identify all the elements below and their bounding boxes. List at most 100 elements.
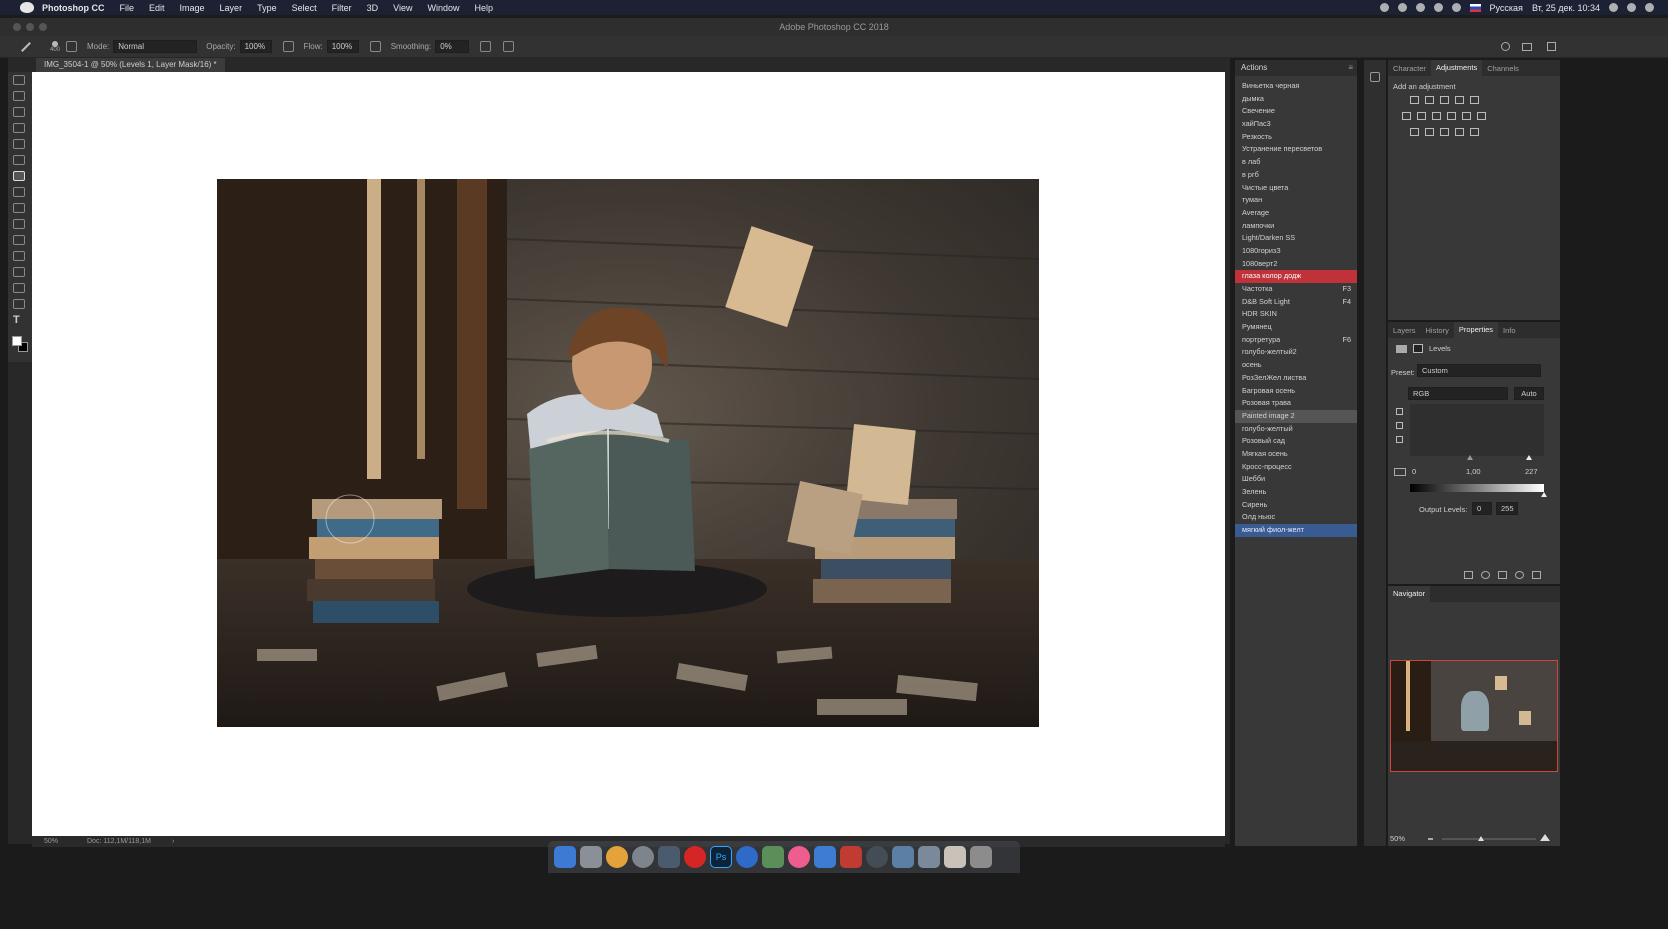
workspace-icon[interactable] <box>1522 42 1532 51</box>
action-item[interactable]: Розовый сад <box>1235 435 1357 448</box>
reset-icon[interactable] <box>1498 571 1507 579</box>
opacity-field[interactable]: 100% <box>239 40 272 53</box>
document-icon[interactable] <box>944 846 966 868</box>
panel-menu-icon[interactable]: ≡ <box>1348 60 1353 76</box>
action-item[interactable]: D&B Soft Light F4 <box>1235 296 1357 309</box>
pressure-opacity-icon[interactable] <box>282 41 294 52</box>
adjustment-icon[interactable] <box>1425 96 1434 104</box>
zoom-level[interactable]: 50% <box>44 836 58 847</box>
adjustment-icon[interactable] <box>1410 96 1419 104</box>
gamma-slider[interactable] <box>1467 455 1473 460</box>
adjustment-icon[interactable] <box>1440 128 1449 136</box>
eraser-tool-icon[interactable] <box>13 219 25 229</box>
action-item[interactable]: лампочки <box>1235 220 1357 233</box>
action-item[interactable]: хайПас3 <box>1235 118 1357 131</box>
action-item[interactable]: мягкий фиол-желт <box>1235 524 1357 537</box>
clip-to-layer-icon[interactable] <box>1464 571 1473 579</box>
menu-select[interactable]: Select <box>292 3 317 13</box>
actions-tab[interactable]: Actions <box>1241 63 1267 72</box>
finder-icon[interactable] <box>554 846 576 868</box>
gradient-tool-icon[interactable] <box>13 235 25 245</box>
action-item[interactable]: Чистые цвета <box>1235 182 1357 195</box>
menu-window[interactable]: Window <box>427 3 459 13</box>
pdf-app-icon[interactable] <box>840 846 862 868</box>
opera-icon[interactable] <box>684 846 706 868</box>
action-item[interactable]: Кросс-процесс <box>1235 461 1357 474</box>
smoothing-field[interactable]: 0% <box>435 40 470 53</box>
close-window-button[interactable] <box>13 23 21 31</box>
action-item[interactable]: HDR SKIN <box>1235 308 1357 321</box>
eyedropper-tool-icon[interactable] <box>13 139 25 149</box>
gray-point-eyedropper-icon[interactable] <box>1396 422 1403 429</box>
tab-layers[interactable]: Layers <box>1388 326 1421 335</box>
downloads-icon[interactable] <box>918 846 940 868</box>
search-icon[interactable] <box>1501 42 1510 51</box>
output-white-slider[interactable] <box>1541 492 1547 497</box>
action-item[interactable]: дымка <box>1235 93 1357 106</box>
action-item[interactable]: Виньетка черная <box>1235 80 1357 93</box>
type-tool-icon[interactable]: T <box>13 315 25 326</box>
doc-size-info[interactable]: Doc: 112,1M/118,1M <box>87 836 151 847</box>
marquee-tool-icon[interactable] <box>13 75 25 85</box>
black-point-eyedropper-icon[interactable] <box>1396 408 1403 415</box>
action-item[interactable]: Сирень <box>1235 499 1357 512</box>
system-preferences-icon[interactable] <box>632 846 654 868</box>
spotlight-icon[interactable] <box>1609 3 1618 12</box>
input-language[interactable]: Русская <box>1490 3 1523 13</box>
adjustment-icon[interactable] <box>1425 128 1434 136</box>
adjustment-icon[interactable] <box>1455 96 1464 104</box>
adjustment-icon[interactable] <box>1462 112 1471 120</box>
pressure-size-icon[interactable] <box>503 41 515 52</box>
gear-icon[interactable] <box>480 41 492 52</box>
writer-app-icon[interactable] <box>814 846 836 868</box>
tab-history[interactable]: History <box>1421 326 1454 335</box>
minimize-window-button[interactable] <box>26 23 34 31</box>
adjustment-icon[interactable] <box>1410 128 1419 136</box>
menu-image[interactable]: Image <box>180 3 205 13</box>
action-item[interactable]: в лаб <box>1235 156 1357 169</box>
clipping-warning-icon[interactable] <box>1394 468 1406 476</box>
white-input-slider[interactable] <box>1526 455 1532 460</box>
zoom-out-icon[interactable] <box>1428 838 1433 840</box>
utility-app-icon[interactable] <box>866 846 888 868</box>
browser-icon[interactable] <box>736 846 758 868</box>
action-item[interactable]: осень <box>1235 359 1357 372</box>
status-icon[interactable] <box>1397 3 1407 12</box>
launchpad-icon[interactable] <box>580 846 602 868</box>
action-item[interactable]: Painted image 2 <box>1235 409 1357 423</box>
brush-panel-icon[interactable] <box>1370 72 1380 82</box>
adjustment-icon[interactable] <box>1447 112 1456 120</box>
adjustment-icon[interactable] <box>1440 96 1449 104</box>
app-icon[interactable] <box>658 846 680 868</box>
view-previous-icon[interactable] <box>1481 571 1490 579</box>
adjustment-icon[interactable] <box>1432 112 1441 120</box>
adjustment-icon[interactable] <box>1455 128 1464 136</box>
action-item[interactable]: голубо-желтый2 <box>1235 346 1357 359</box>
action-item[interactable]: туман <box>1235 194 1357 207</box>
navigator-thumbnail[interactable] <box>1390 660 1558 772</box>
clone-stamp-tool-icon[interactable] <box>13 203 25 213</box>
action-item[interactable]: портретура F6 <box>1235 334 1357 347</box>
brush-tool-icon[interactable] <box>13 171 25 181</box>
tab-navigator[interactable]: Navigator <box>1388 586 1431 602</box>
document-photo[interactable] <box>217 179 1039 727</box>
menu-layer[interactable]: Layer <box>220 3 243 13</box>
navigator-zoom-slider[interactable] <box>1442 838 1536 840</box>
zoom-tool-icon[interactable] <box>13 299 25 309</box>
foreground-color-swatch[interactable] <box>12 336 22 346</box>
action-item[interactable]: голубо-желтый <box>1235 423 1357 436</box>
action-item[interactable]: РозЗелЖел листва <box>1235 372 1357 385</box>
adjustment-icon[interactable] <box>1477 112 1486 120</box>
action-item[interactable]: 1080верт2 <box>1235 258 1357 271</box>
tab-character[interactable]: Character <box>1388 64 1431 73</box>
paint-bucket-tool-icon[interactable] <box>13 251 25 261</box>
adjustment-icon[interactable] <box>1470 96 1479 104</box>
action-item[interactable]: Частотка F3 <box>1235 283 1357 296</box>
blur-tool-icon[interactable] <box>13 283 25 293</box>
brush-tool-icon[interactable] <box>21 41 31 52</box>
action-item[interactable]: Румянец <box>1235 321 1357 334</box>
action-item[interactable]: Average <box>1235 207 1357 220</box>
preset-select[interactable]: Custom <box>1417 364 1541 377</box>
input-black-value[interactable]: 0 <box>1412 467 1416 476</box>
trash-icon[interactable] <box>970 846 992 868</box>
